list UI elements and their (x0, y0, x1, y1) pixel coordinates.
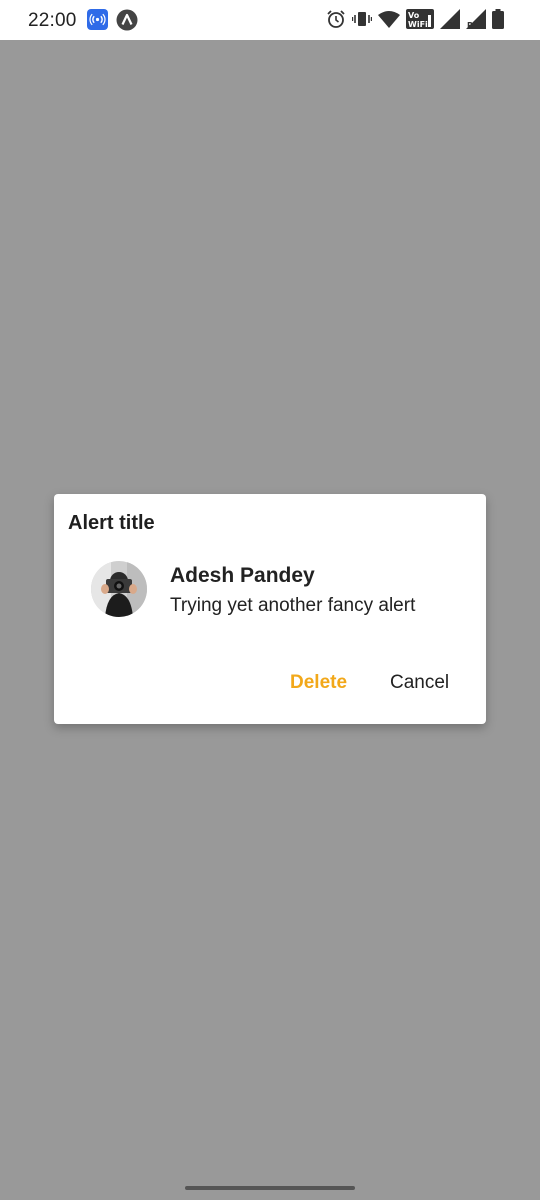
status-time: 22:00 (28, 10, 77, 31)
status-left-icons (87, 9, 138, 31)
cancel-button[interactable]: Cancel (390, 670, 449, 696)
vibrate-icon (352, 9, 372, 29)
delete-button[interactable]: Delete (290, 670, 347, 696)
svg-text:Vo: Vo (408, 11, 420, 20)
user-name: Adesh Pandey (170, 564, 315, 587)
alarm-icon (326, 9, 346, 29)
avatar (91, 561, 147, 617)
battery-icon (492, 9, 504, 29)
vowifi-icon: Vo WiFi (406, 9, 434, 29)
wifi-icon (378, 10, 400, 28)
status-right-icons: Vo WiFi R (326, 9, 504, 29)
dialog-title: Alert title (68, 512, 155, 534)
status-bar: 22:00 Vo WiFi R (0, 0, 540, 40)
svg-text:WiFi: WiFi (408, 20, 428, 29)
signal-icon (440, 9, 460, 29)
alert-message: Trying yet another fancy alert (170, 595, 416, 616)
app-notification-icon (116, 9, 138, 31)
svg-text:R: R (467, 21, 473, 29)
alert-dialog: Alert title Adesh Pandey Trying yet anot… (54, 494, 486, 724)
navigation-handle[interactable] (185, 1186, 355, 1190)
roaming-signal-icon: R (466, 9, 486, 29)
hotspot-icon (87, 9, 108, 31)
